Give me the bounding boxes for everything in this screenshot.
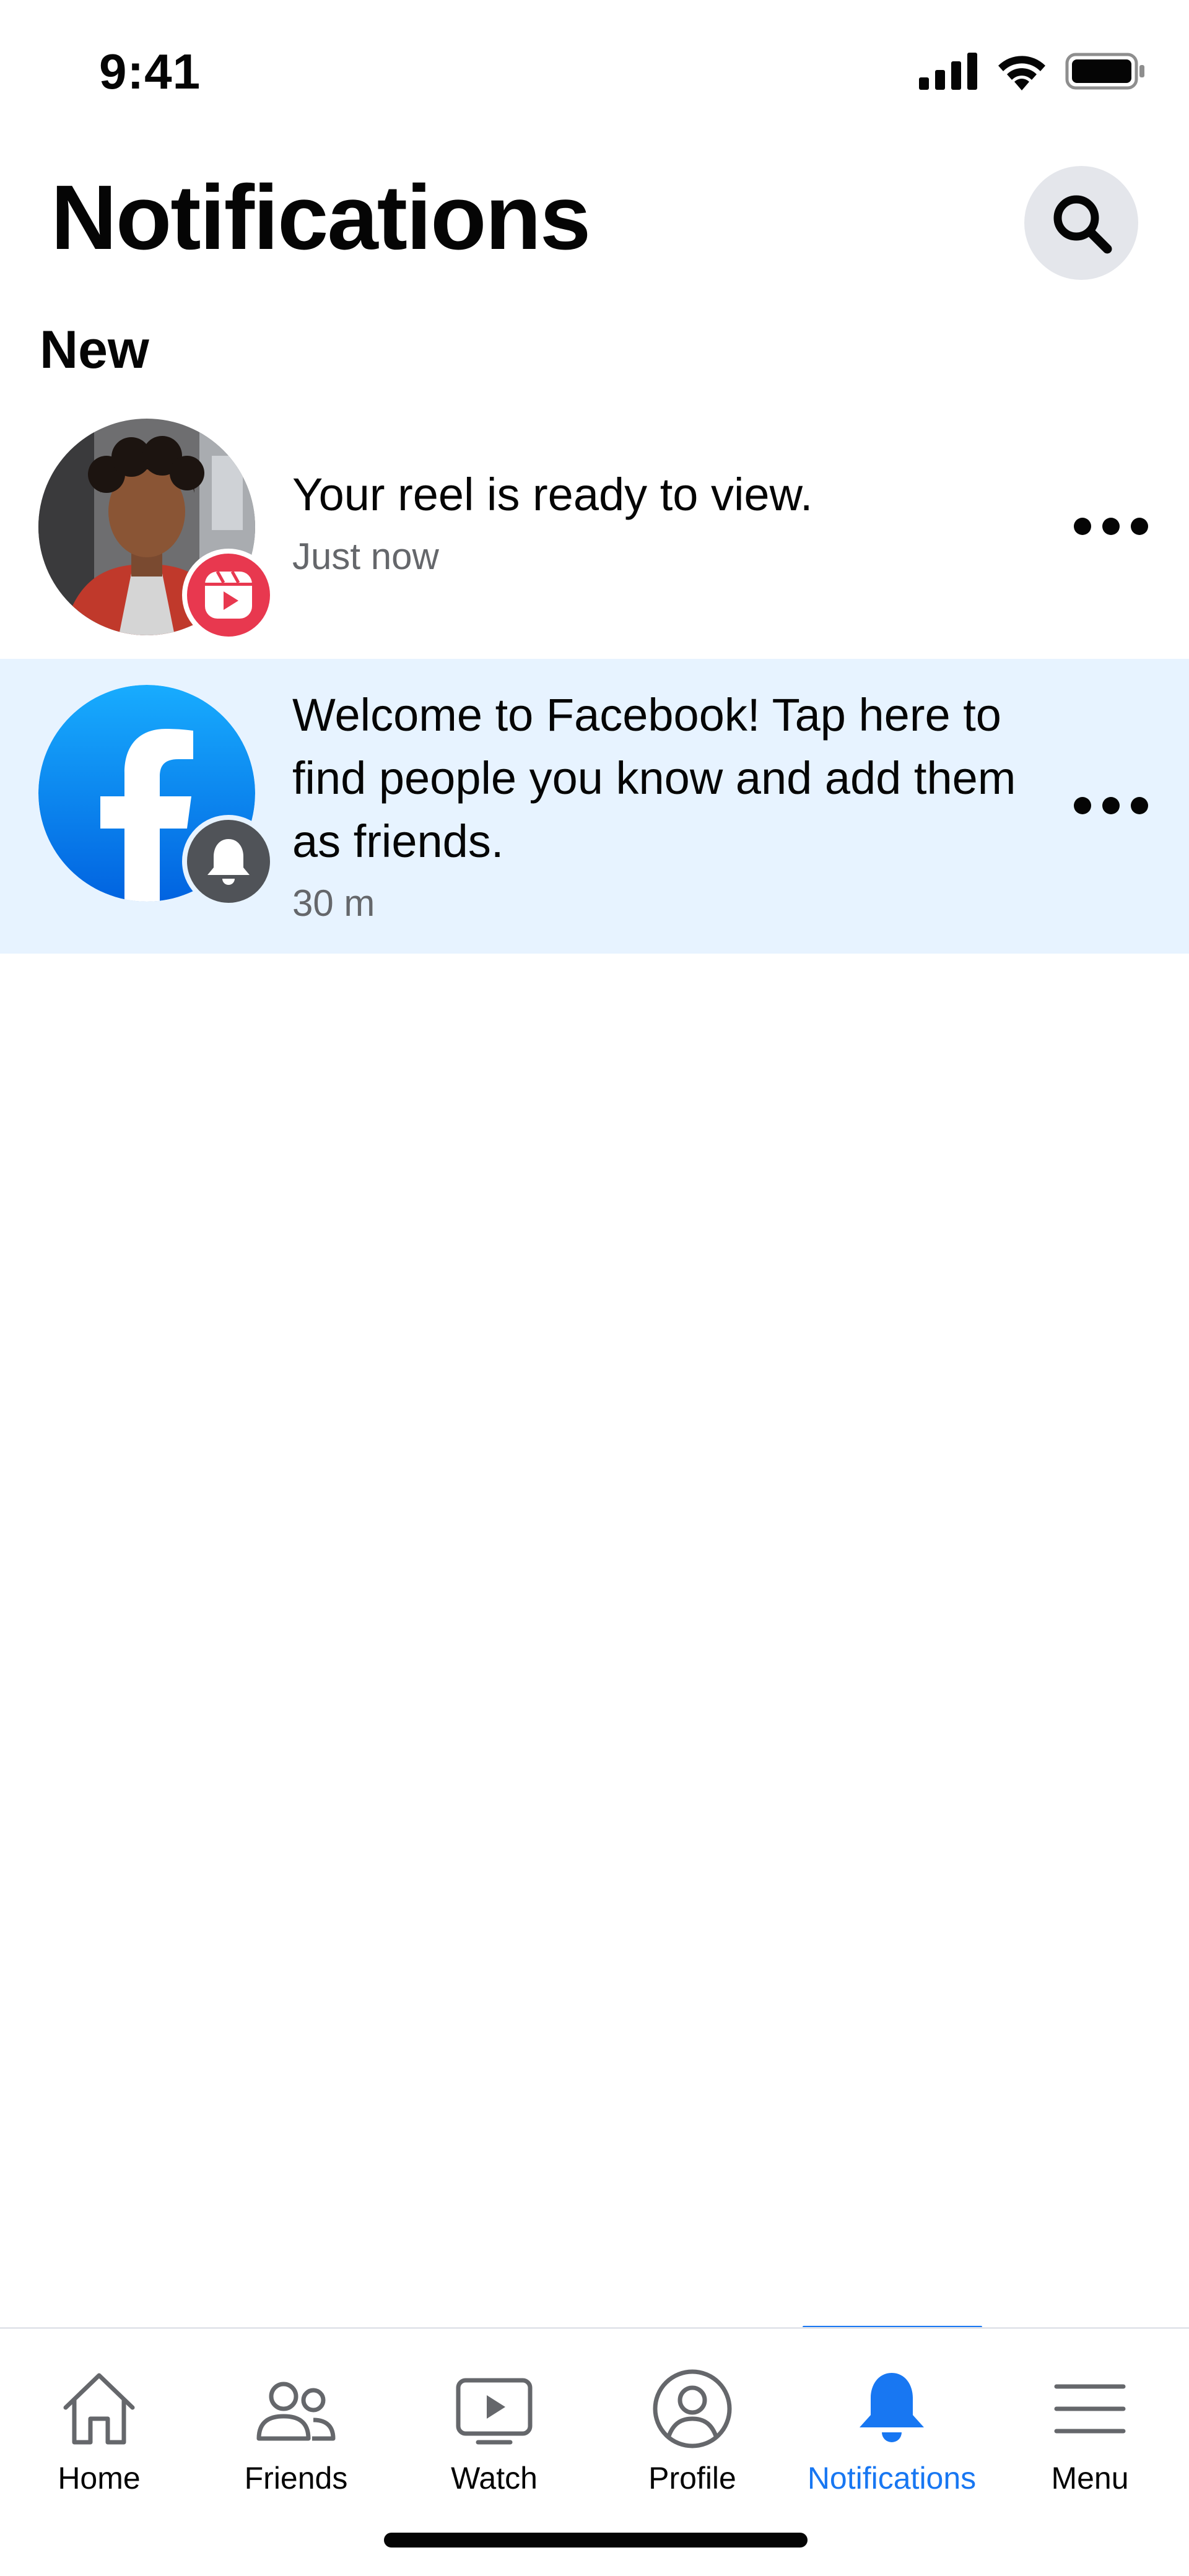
menu-icon <box>1054 2384 1126 2434</box>
tab-home[interactable]: Home <box>0 2329 198 2502</box>
bell-icon <box>860 2373 924 2442</box>
notification-badge <box>182 815 275 908</box>
section-heading-new: New <box>40 320 149 380</box>
more-options-button[interactable] <box>1074 508 1148 545</box>
tab-label: Notifications <box>807 2461 977 2496</box>
tab-label: Home <box>58 2461 141 2496</box>
tab-menu[interactable]: Menu <box>991 2329 1189 2502</box>
avatar-container <box>38 419 275 642</box>
battery-icon <box>1065 53 1144 90</box>
notification-message: Your reel is ready to view. <box>292 469 813 520</box>
status-icons <box>919 52 1146 90</box>
page-title: Notifications <box>51 167 591 269</box>
notification-time: 30 m <box>292 882 375 924</box>
more-options-button[interactable] <box>1074 787 1148 824</box>
watch-icon <box>456 2378 533 2445</box>
cellular-signal-icon <box>919 53 977 90</box>
tab-label: Profile <box>648 2461 736 2496</box>
tab-label: Menu <box>1051 2461 1129 2496</box>
wifi-icon <box>998 56 1045 90</box>
notification-content: Welcome to Facebook! Tap here to find pe… <box>292 684 1035 925</box>
home-indicator <box>384 2533 808 2548</box>
tab-label: Watch <box>451 2461 538 2496</box>
tab-label: Friends <box>244 2461 348 2496</box>
tab-watch[interactable]: Watch <box>395 2329 593 2502</box>
bell-icon <box>207 839 250 885</box>
notification-content: Your reel is ready to view. Just now <box>292 463 1035 578</box>
profile-icon <box>653 2369 732 2448</box>
search-button[interactable] <box>1024 166 1138 280</box>
reels-icon <box>205 570 252 619</box>
search-icon <box>1053 195 1112 254</box>
status-time: 9:41 <box>99 44 201 99</box>
notification-item[interactable]: Welcome to Facebook! Tap here to find pe… <box>0 659 1189 954</box>
more-icon <box>1074 797 1091 814</box>
avatar-container <box>38 685 275 908</box>
tab-notifications[interactable]: Notifications <box>793 2329 991 2502</box>
notification-item[interactable]: Your reel is ready to view. Just now <box>0 396 1189 656</box>
tab-friends[interactable]: Friends <box>197 2329 395 2502</box>
friends-icon <box>256 2382 336 2441</box>
tab-profile[interactable]: Profile <box>593 2329 791 2502</box>
reels-badge <box>182 549 275 642</box>
more-icon <box>1074 518 1091 535</box>
notification-message: Welcome to Facebook! Tap here to find pe… <box>292 689 1016 867</box>
notification-time: Just now <box>292 536 439 577</box>
home-icon <box>63 2373 135 2445</box>
